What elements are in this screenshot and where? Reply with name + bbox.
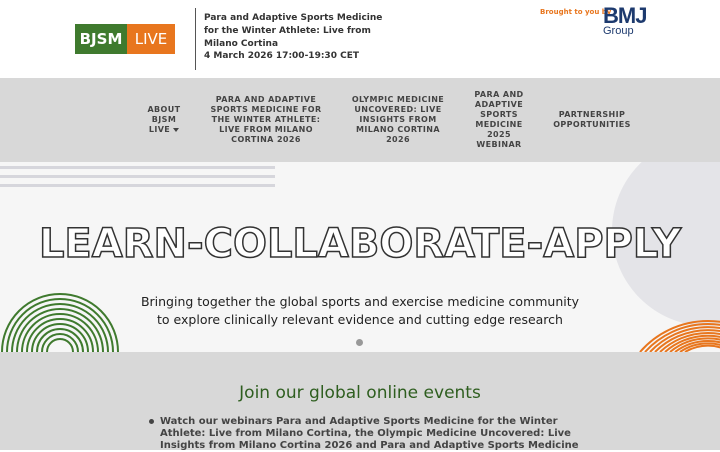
hero-headline: LEARN-COLLABORATE-APPLY — [38, 221, 682, 267]
nav-item-para-winter[interactable]: PARA AND ADAPTIVE SPORTS MEDICINE FOR TH… — [208, 95, 324, 145]
carousel-dot[interactable] — [356, 339, 363, 346]
join-section: Join our global online events Watch our … — [0, 352, 720, 451]
logo-bjsm: BJSM — [75, 24, 127, 54]
main-nav: ABOUT BJSM LIVE PARA AND ADAPTIVE SPORTS… — [0, 78, 720, 162]
bmj-group-logo[interactable]: BMJ Group — [603, 3, 647, 37]
bjsm-live-logo[interactable]: BJSM LIVE — [75, 24, 175, 54]
header-divider — [195, 8, 196, 70]
bullet-icon — [149, 419, 154, 424]
brought-to-you-label: Brought to you by — [540, 8, 612, 16]
logo-live: LIVE — [127, 24, 175, 54]
decorative-stripes — [0, 166, 275, 193]
event-date: 4 March 2026 17:00-19:30 CET — [204, 51, 359, 61]
hero-subtext: Bringing together the global sports and … — [0, 293, 720, 329]
nav-item-para-2025[interactable]: PARA AND ADAPTIVE SPORTS MEDICINE 2025 W… — [470, 90, 528, 150]
hero-carousel: LEARN-COLLABORATE-APPLY Bringing togethe… — [0, 162, 720, 352]
hero-subtext-line1: Bringing together the global sports and … — [140, 294, 580, 309]
hero-subtext-line2: to explore clinically relevant evidence … — [157, 312, 563, 327]
join-bullet-text: Watch our webinars Para and Adaptive Spo… — [160, 416, 579, 451]
join-title: Join our global online events — [239, 383, 481, 403]
nav-item-partnership[interactable]: PARTNERSHIP OPPORTUNITIES — [548, 110, 636, 130]
site-header: BJSM LIVE Para and Adaptive Sports Medic… — [0, 0, 720, 78]
bmj-logo-name: BMJ — [603, 3, 647, 28]
event-title: Para and Adaptive Sports Medicine for th… — [204, 13, 383, 49]
chevron-down-icon — [173, 127, 180, 132]
nav-item-about[interactable]: ABOUT BJSM LIVE — [140, 105, 188, 135]
nav-item-olympic[interactable]: OLYMPIC MEDICINE UNCOVERED: LIVE INSIGHT… — [348, 95, 448, 145]
